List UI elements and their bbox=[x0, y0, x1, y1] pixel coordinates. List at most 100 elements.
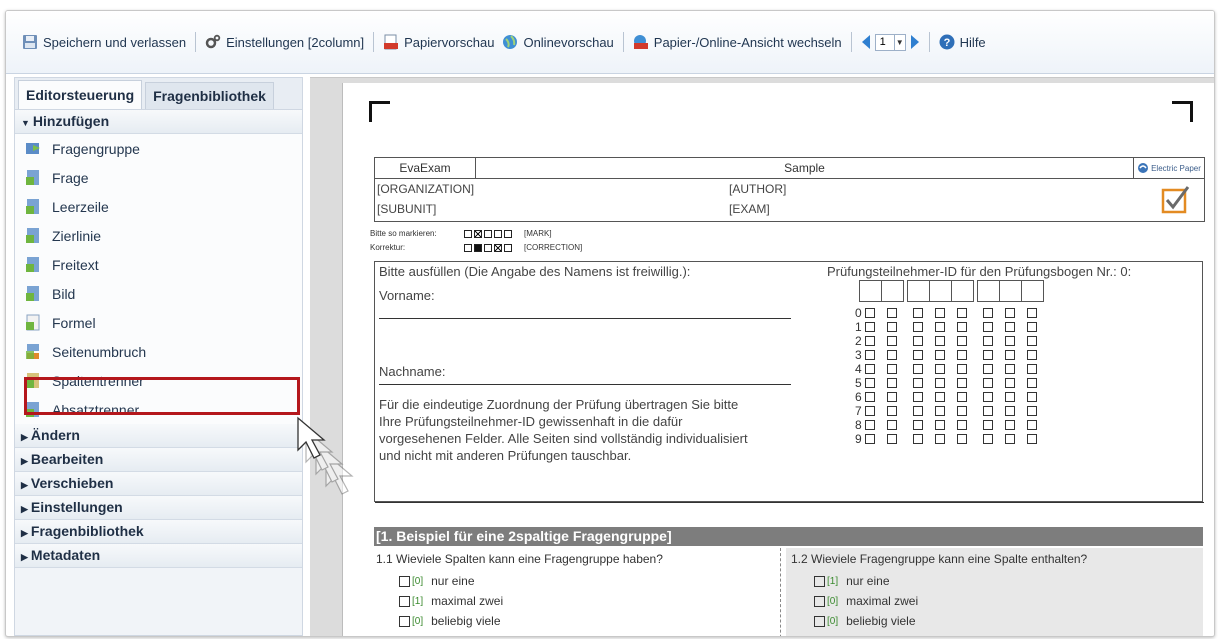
id-cell[interactable] bbox=[929, 280, 952, 302]
digit-checkbox[interactable] bbox=[1027, 406, 1037, 416]
id-cell[interactable] bbox=[951, 280, 974, 302]
sidebar-item-page-break[interactable]: Seitenumbruch bbox=[15, 337, 302, 366]
digit-checkbox[interactable] bbox=[935, 392, 945, 402]
digit-checkbox[interactable] bbox=[1005, 308, 1015, 318]
digit-checkbox[interactable] bbox=[1005, 406, 1015, 416]
digit-checkbox[interactable] bbox=[865, 392, 875, 402]
digit-checkbox[interactable] bbox=[913, 420, 923, 430]
digit-checkbox[interactable] bbox=[865, 350, 875, 360]
answer-option[interactable]: [0] nur eine bbox=[376, 571, 663, 591]
digit-checkbox[interactable] bbox=[887, 322, 897, 332]
digit-checkbox[interactable] bbox=[935, 350, 945, 360]
answer-checkbox[interactable] bbox=[814, 575, 825, 587]
digit-checkbox[interactable] bbox=[1027, 350, 1037, 360]
digit-checkbox[interactable] bbox=[913, 406, 923, 416]
digit-checkbox[interactable] bbox=[935, 308, 945, 318]
id-cell[interactable] bbox=[859, 280, 882, 302]
digit-checkbox[interactable] bbox=[865, 420, 875, 430]
sidebar-item-blank-line[interactable]: Leerzeile bbox=[15, 192, 302, 221]
digit-checkbox[interactable] bbox=[913, 336, 923, 346]
digit-checkbox[interactable] bbox=[887, 406, 897, 416]
digit-checkbox[interactable] bbox=[957, 350, 967, 360]
answer-checkbox[interactable] bbox=[814, 615, 825, 627]
digit-checkbox[interactable] bbox=[983, 336, 993, 346]
digit-checkbox[interactable] bbox=[983, 364, 993, 374]
answer-option[interactable]: [0] maximal zwei bbox=[791, 591, 1087, 611]
digit-checkbox[interactable] bbox=[1027, 434, 1037, 444]
digit-checkbox[interactable] bbox=[913, 392, 923, 402]
digit-checkbox[interactable] bbox=[983, 420, 993, 430]
id-cell[interactable] bbox=[999, 280, 1022, 302]
digit-checkbox[interactable] bbox=[865, 336, 875, 346]
digit-checkbox[interactable] bbox=[1005, 434, 1015, 444]
sidebar-item-image[interactable]: Bild bbox=[15, 279, 302, 308]
answer-checkbox[interactable] bbox=[814, 595, 825, 607]
digit-checkbox[interactable] bbox=[935, 434, 945, 444]
section-settings[interactable]: ▶ Einstellungen bbox=[15, 496, 302, 520]
id-cell[interactable] bbox=[907, 280, 930, 302]
digit-checkbox[interactable] bbox=[935, 322, 945, 332]
id-cell[interactable] bbox=[881, 280, 904, 302]
digit-checkbox[interactable] bbox=[957, 336, 967, 346]
switch-view-button[interactable]: Papier-/Online-Ansicht wechseln bbox=[633, 34, 842, 50]
digit-checkbox[interactable] bbox=[983, 308, 993, 318]
digit-checkbox[interactable] bbox=[865, 308, 875, 318]
digit-checkbox[interactable] bbox=[913, 308, 923, 318]
digit-checkbox[interactable] bbox=[983, 322, 993, 332]
answer-option[interactable]: [0] beliebig viele bbox=[791, 611, 1087, 631]
digit-checkbox[interactable] bbox=[935, 420, 945, 430]
digit-checkbox[interactable] bbox=[957, 322, 967, 332]
digit-checkbox[interactable] bbox=[887, 434, 897, 444]
digit-checkbox[interactable] bbox=[983, 406, 993, 416]
page-select[interactable]: 1 ▼ bbox=[874, 33, 906, 51]
digit-checkbox[interactable] bbox=[887, 420, 897, 430]
chevron-down-icon[interactable]: ▼ bbox=[893, 34, 905, 50]
digit-checkbox[interactable] bbox=[1005, 378, 1015, 388]
digit-checkbox[interactable] bbox=[887, 392, 897, 402]
online-preview-button[interactable]: Onlinevorschau bbox=[502, 34, 614, 50]
digit-checkbox[interactable] bbox=[865, 378, 875, 388]
digit-checkbox[interactable] bbox=[865, 434, 875, 444]
digit-checkbox[interactable] bbox=[865, 322, 875, 332]
digit-checkbox[interactable] bbox=[1005, 336, 1015, 346]
digit-checkbox[interactable] bbox=[1027, 420, 1037, 430]
sidebar-item-free-text[interactable]: Freitext bbox=[15, 250, 302, 279]
digit-checkbox[interactable] bbox=[957, 378, 967, 388]
digit-checkbox[interactable] bbox=[1027, 364, 1037, 374]
next-page-icon[interactable] bbox=[910, 35, 920, 49]
paper-preview-button[interactable]: Papiervorschau bbox=[383, 34, 494, 50]
digit-checkbox[interactable] bbox=[1005, 322, 1015, 332]
answer-option[interactable]: [1] maximal zwei bbox=[376, 591, 663, 611]
sidebar-item-question[interactable]: Frage bbox=[15, 163, 302, 192]
answer-option[interactable]: [0] beliebig viele bbox=[376, 611, 663, 631]
save-and-exit-button[interactable]: Speichern und verlassen bbox=[22, 34, 186, 50]
sidebar-item-question-group[interactable]: Fragengruppe bbox=[15, 134, 302, 163]
sidebar-item-formula[interactable]: Formel bbox=[15, 308, 302, 337]
digit-checkbox[interactable] bbox=[887, 308, 897, 318]
section-metadata[interactable]: ▶ Metadaten bbox=[15, 544, 302, 568]
digit-checkbox[interactable] bbox=[1027, 322, 1037, 332]
digit-checkbox[interactable] bbox=[983, 434, 993, 444]
sidebar-item-decorative-line[interactable]: Zierlinie bbox=[15, 221, 302, 250]
digit-checkbox[interactable] bbox=[1027, 336, 1037, 346]
answer-option[interactable]: [1] nur eine bbox=[791, 571, 1087, 591]
digit-checkbox[interactable] bbox=[935, 378, 945, 388]
section-question-library[interactable]: ▶ Fragenbibliothek bbox=[15, 520, 302, 544]
digit-checkbox[interactable] bbox=[1027, 308, 1037, 318]
digit-checkbox[interactable] bbox=[1005, 392, 1015, 402]
section-edit[interactable]: ▶ Bearbeiten bbox=[15, 448, 302, 472]
digit-checkbox[interactable] bbox=[935, 364, 945, 374]
digit-checkbox[interactable] bbox=[957, 434, 967, 444]
digit-checkbox[interactable] bbox=[957, 308, 967, 318]
digit-checkbox[interactable] bbox=[1005, 364, 1015, 374]
digit-checkbox[interactable] bbox=[935, 336, 945, 346]
id-cell[interactable] bbox=[977, 280, 1000, 302]
id-cell[interactable] bbox=[1021, 280, 1044, 302]
digit-checkbox[interactable] bbox=[887, 378, 897, 388]
digit-checkbox[interactable] bbox=[983, 378, 993, 388]
digit-checkbox[interactable] bbox=[957, 392, 967, 402]
digit-checkbox[interactable] bbox=[1027, 392, 1037, 402]
digit-checkbox[interactable] bbox=[983, 350, 993, 360]
digit-checkbox[interactable] bbox=[913, 434, 923, 444]
digit-checkbox[interactable] bbox=[865, 364, 875, 374]
